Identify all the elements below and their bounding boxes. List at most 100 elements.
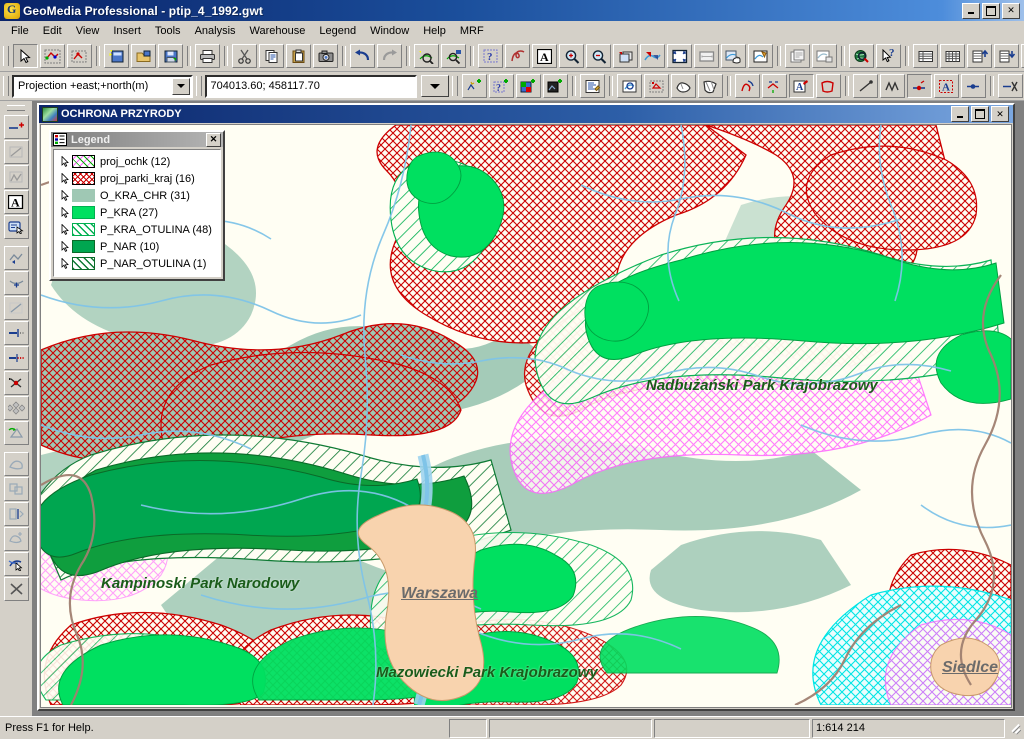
attribute-query-icon[interactable] xyxy=(441,44,466,68)
map-canvas-container[interactable]: Nadbużański Park Krajobrazowy Kampinoski… xyxy=(40,124,1012,708)
draw-polyline-icon[interactable] xyxy=(880,74,905,98)
text-tool-icon[interactable]: A xyxy=(532,44,557,68)
measure-icon[interactable] xyxy=(505,44,530,68)
insert-point-feature-icon[interactable] xyxy=(462,74,487,98)
cut-icon[interactable] xyxy=(232,44,257,68)
menu-item-file[interactable]: File xyxy=(4,23,36,39)
globe-locate-icon[interactable] xyxy=(849,44,874,68)
zoom-extent-icon[interactable] xyxy=(694,44,719,68)
spatial-query-icon[interactable] xyxy=(617,74,642,98)
buffer-zone-icon[interactable] xyxy=(644,74,669,98)
legend-panel[interactable]: Legend ✕ proj_ochk (12) proj_parki_kraj … xyxy=(49,130,225,281)
copy-parallel-icon[interactable] xyxy=(3,452,29,476)
toolbar-grip[interactable] xyxy=(3,46,9,66)
map-window-icon[interactable] xyxy=(812,44,837,68)
pan-icon[interactable] xyxy=(721,44,746,68)
map-display-icon[interactable] xyxy=(748,44,773,68)
insert-area-feature-icon[interactable] xyxy=(543,74,568,98)
menu-item-legend[interactable]: Legend xyxy=(312,23,363,39)
coordbar-grip-3[interactable] xyxy=(452,76,458,96)
vertical-toolbar-grip[interactable] xyxy=(7,105,25,111)
select-by-fence-icon[interactable] xyxy=(40,44,65,68)
functional-attributes-icon[interactable] xyxy=(816,74,841,98)
place-text-icon[interactable]: A xyxy=(934,74,959,98)
edit-geometry-icon[interactable] xyxy=(3,552,29,576)
select-by-attribute-icon[interactable]: ? xyxy=(478,44,503,68)
map-close-button[interactable]: ✕ xyxy=(991,106,1009,122)
insert-point-icon[interactable] xyxy=(3,115,29,139)
place-node-icon[interactable] xyxy=(961,74,986,98)
legend-close-button[interactable]: ✕ xyxy=(206,132,221,147)
zoom-in-icon[interactable] xyxy=(559,44,584,68)
delete-feature-icon[interactable] xyxy=(3,577,29,601)
data-window-icon[interactable] xyxy=(913,44,938,68)
split-area-icon[interactable] xyxy=(3,502,29,526)
insert-query-feature-icon[interactable]: ? xyxy=(489,74,514,98)
map-maximize-button[interactable] xyxy=(971,106,989,122)
insert-text-icon[interactable]: A xyxy=(3,190,29,214)
fit-all-icon[interactable] xyxy=(640,44,665,68)
menu-item-edit[interactable]: Edit xyxy=(36,23,69,39)
coordinate-input[interactable]: 704013.60; 458117.70 xyxy=(204,74,417,98)
aggregation-icon[interactable] xyxy=(671,74,696,98)
maximize-button[interactable] xyxy=(982,2,1000,19)
export-data-icon[interactable] xyxy=(967,44,992,68)
legend-item[interactable]: P_KRA_OTULINA (48) xyxy=(56,221,218,238)
zoom-out-icon[interactable] xyxy=(586,44,611,68)
chevron-down-icon[interactable] xyxy=(171,77,190,95)
insert-polyline-icon[interactable] xyxy=(3,165,29,189)
split-line-icon[interactable] xyxy=(3,346,29,370)
import-data-icon[interactable] xyxy=(994,44,1019,68)
menu-item-warehouse[interactable]: Warehouse xyxy=(243,23,313,39)
delete-geometry-icon[interactable] xyxy=(998,74,1023,98)
offset-area-icon[interactable] xyxy=(3,527,29,551)
undo-icon[interactable] xyxy=(350,44,375,68)
camera-snapshot-icon[interactable] xyxy=(313,44,338,68)
coordinate-dropdown-button[interactable] xyxy=(421,75,449,97)
layout-window-icon[interactable] xyxy=(785,44,810,68)
thematic-map-icon[interactable] xyxy=(735,74,760,98)
menu-item-window[interactable]: Window xyxy=(363,23,416,39)
draw-line-icon[interactable] xyxy=(853,74,878,98)
insert-line-icon[interactable] xyxy=(3,140,29,164)
analytical-merge-icon[interactable] xyxy=(762,74,787,98)
insert-vertex-icon[interactable] xyxy=(3,271,29,295)
new-geoworkspace-icon[interactable] xyxy=(104,44,129,68)
projection-combo[interactable]: Projection +east;+north(m) xyxy=(12,74,193,98)
paste-icon[interactable] xyxy=(286,44,311,68)
menu-item-tools[interactable]: Tools xyxy=(148,23,188,39)
legend-item[interactable]: proj_ochk (12) xyxy=(56,153,218,170)
menu-item-insert[interactable]: Insert xyxy=(106,23,148,39)
menu-item-mrf[interactable]: MRF xyxy=(453,23,491,39)
coordbar-grip[interactable] xyxy=(3,76,9,96)
legend-item[interactable]: P_KRA (27) xyxy=(56,204,218,221)
resize-grip[interactable] xyxy=(1009,721,1023,735)
legend-item[interactable]: P_NAR_OTULINA (1) xyxy=(56,255,218,272)
map-minimize-button[interactable] xyxy=(951,106,969,122)
trim-line-icon[interactable] xyxy=(3,321,29,345)
define-query-icon[interactable] xyxy=(414,44,439,68)
grid-window-icon[interactable] xyxy=(940,44,965,68)
menu-item-help[interactable]: Help xyxy=(416,23,453,39)
menu-item-analysis[interactable]: Analysis xyxy=(188,23,243,39)
rotate-geometry-icon[interactable] xyxy=(3,421,29,445)
legend-item[interactable]: proj_parki_kraj (16) xyxy=(56,170,218,187)
insert-raster-icon[interactable] xyxy=(516,74,541,98)
place-point-icon[interactable] xyxy=(907,74,932,98)
extend-line-icon[interactable] xyxy=(3,296,29,320)
minimize-button[interactable] xyxy=(962,2,980,19)
print-icon[interactable] xyxy=(195,44,220,68)
copy-icon[interactable] xyxy=(259,44,284,68)
snap-icon[interactable] xyxy=(3,396,29,420)
coordbar-grip-2[interactable] xyxy=(195,76,202,96)
legend-item[interactable]: P_NAR (10) xyxy=(56,238,218,255)
select-set-icon[interactable] xyxy=(67,44,92,68)
redo-icon[interactable] xyxy=(377,44,402,68)
intersect-icon[interactable] xyxy=(3,371,29,395)
fit-window-icon[interactable] xyxy=(667,44,692,68)
edit-attributes-icon[interactable] xyxy=(3,215,29,239)
select-tool-icon[interactable] xyxy=(13,44,38,68)
legend-item[interactable]: O_KRA_CHR (31) xyxy=(56,187,218,204)
help-pointer-icon[interactable]: ? xyxy=(876,44,901,68)
label-feature-icon[interactable]: A xyxy=(789,74,814,98)
